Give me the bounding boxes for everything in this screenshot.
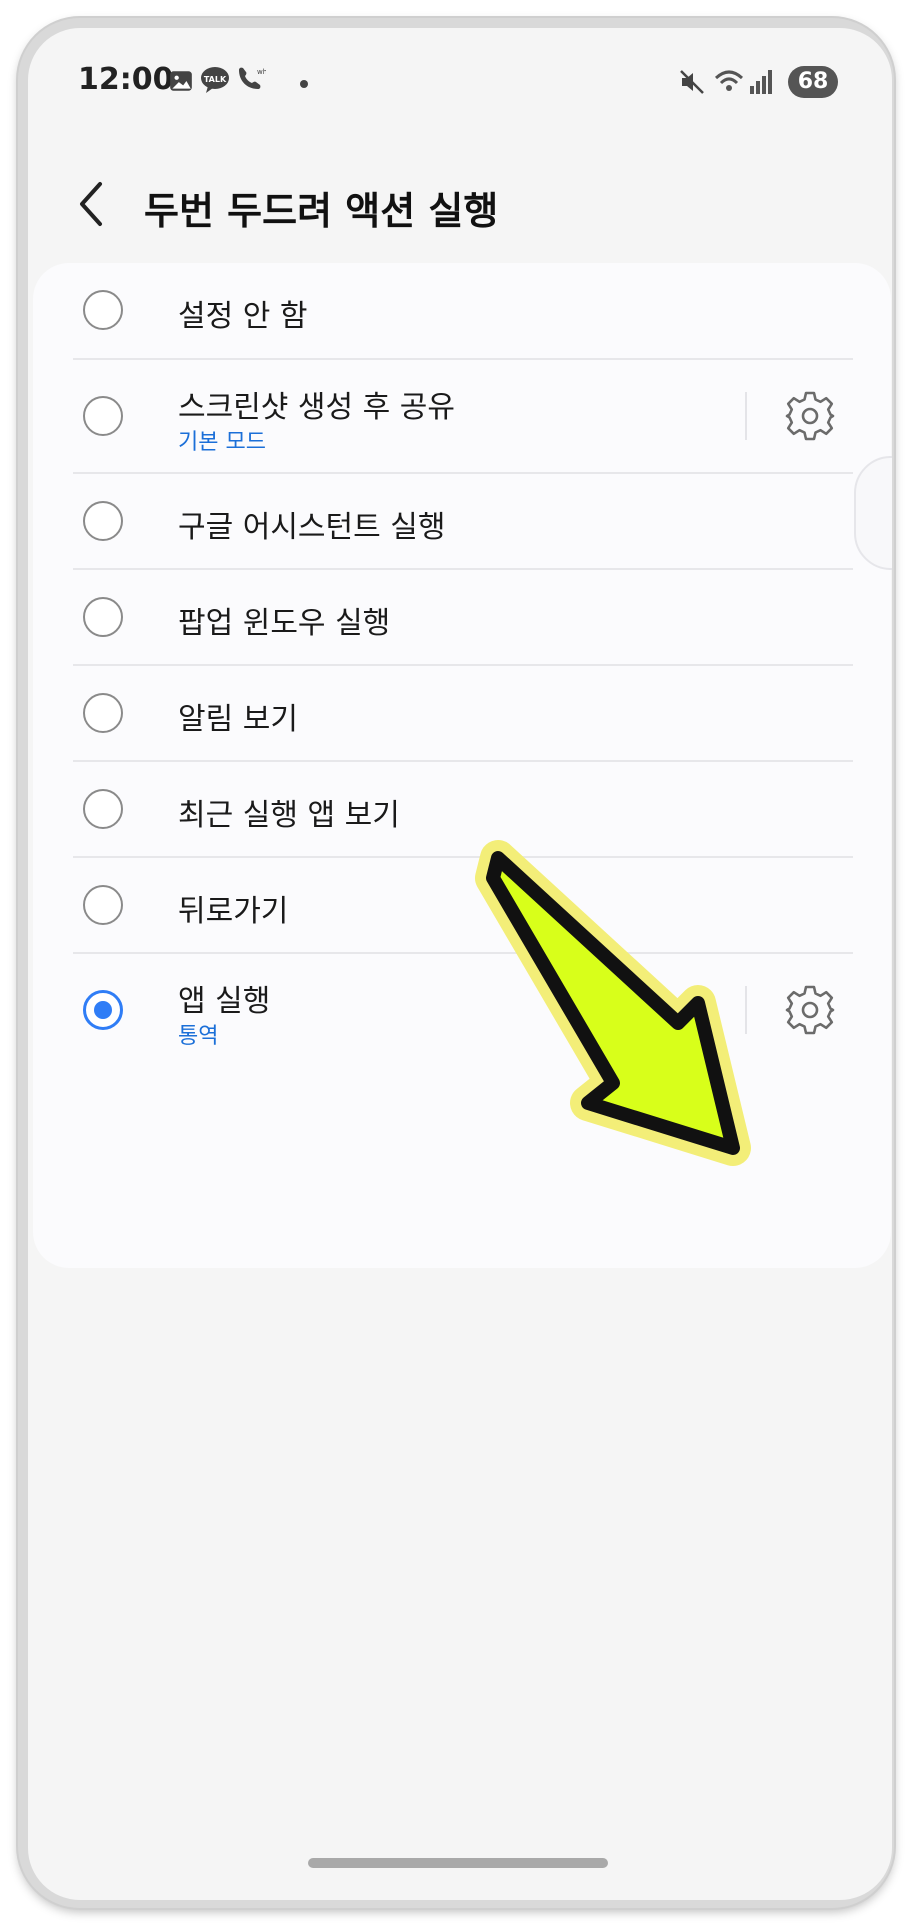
radio-button[interactable] (83, 597, 123, 637)
status-dot (300, 80, 308, 88)
page-title: 두번 두드려 액션 실행 (144, 189, 499, 233)
edge-panel-handle[interactable] (854, 456, 892, 570)
screen: 12:00 TALK who (28, 28, 892, 1900)
whowho-call-icon: who (239, 67, 266, 89)
svg-text:who: who (257, 68, 266, 76)
option-label: 스크린샷 생성 후 공유 (178, 390, 456, 425)
radio-button[interactable] (83, 789, 123, 829)
status-bar: 12:00 TALK who (28, 28, 892, 108)
option-label: 설정 안 함 (178, 299, 308, 334)
radio-button[interactable] (83, 501, 123, 541)
option-label: 최근 실행 앱 보기 (178, 798, 400, 833)
radio-button[interactable] (83, 290, 123, 330)
mute-icon (680, 70, 704, 94)
home-indicator[interactable] (308, 1858, 608, 1868)
option-row-notifications[interactable]: 알림 보기 (33, 666, 891, 760)
radio-button[interactable] (83, 885, 123, 925)
battery-badge: 68 (788, 66, 838, 98)
option-sublabel: 기본 모드 (178, 430, 266, 455)
option-row-google-assistant[interactable]: 구글 어시스턴트 실행 (33, 474, 891, 568)
radio-button[interactable] (83, 396, 123, 436)
vertical-separator (745, 392, 747, 440)
option-row-popup-window[interactable]: 팝업 윈도우 실행 (33, 570, 891, 664)
gear-icon[interactable] (784, 390, 836, 442)
option-row-screenshot-share[interactable]: 스크린샷 생성 후 공유 기본 모드 (33, 360, 891, 472)
annotation-arrow-icon (475, 840, 751, 1166)
radio-button-selected[interactable] (83, 990, 123, 1030)
talk-icon: TALK (201, 67, 229, 93)
option-label: 앱 실행 (178, 984, 271, 1019)
status-time: 12:00 (78, 62, 174, 97)
option-label: 구글 어시스턴트 실행 (178, 510, 446, 545)
option-label: 뒤로가기 (178, 894, 289, 929)
option-label: 알림 보기 (178, 702, 298, 737)
option-sublabel: 통역 (178, 1024, 219, 1049)
option-row-no-action[interactable]: 설정 안 함 (33, 263, 891, 358)
option-label: 팝업 윈도우 실행 (178, 606, 391, 641)
image-icon (170, 71, 192, 91)
radio-button[interactable] (83, 693, 123, 733)
wifi-icon (714, 70, 744, 91)
signal-icon (750, 70, 772, 94)
back-button[interactable] (68, 176, 116, 232)
svg-text:TALK: TALK (204, 75, 227, 84)
